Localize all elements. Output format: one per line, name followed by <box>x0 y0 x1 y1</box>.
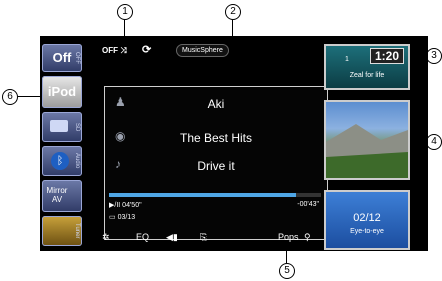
source-side-tuner: Tuner <box>74 223 80 239</box>
repeat-icon[interactable]: ⟳ <box>142 43 151 56</box>
track-count: ▭ 03/13 <box>109 213 135 221</box>
eq-button[interactable]: EQ <box>136 232 149 242</box>
progress-bar[interactable] <box>109 193 321 197</box>
source-bluetooth-button[interactable]: ᛒ Audio <box>42 146 82 176</box>
source-tuner-button[interactable]: Tuner <box>42 216 82 246</box>
callout-4: 4 <box>426 134 442 150</box>
sd-icon <box>50 120 68 132</box>
callout-3: 3 <box>426 48 442 64</box>
repeat-status[interactable]: OFF ⤨ <box>102 46 127 56</box>
clock-small-digit: 1 <box>345 56 349 63</box>
source-side-sd: SD <box>74 122 80 132</box>
source-side-audio: Audio <box>74 153 80 169</box>
artwork-column: 1:20 1 Zeal for life 02/12 Eye-to-eye <box>320 44 416 251</box>
album-name: The Best Hits <box>179 131 253 145</box>
repeat-label: OFF <box>102 46 118 55</box>
remaining-time: -00'43" <box>297 201 319 208</box>
artwork-thumb-bottom[interactable]: 02/12 Eye-to-eye <box>324 190 410 250</box>
bluetooth-icon: ᛒ <box>51 152 69 170</box>
musicsphere-logo[interactable]: MusicSphere <box>176 44 229 57</box>
landscape-image <box>326 124 408 178</box>
bottom-toolbar: ✲ EQ ◀▮ ⎘ Pops ⚲ <box>96 226 326 251</box>
artwork-top-caption: Zeal for life <box>349 72 385 79</box>
source-mirror-button[interactable]: Mirror AV <box>42 180 82 212</box>
source-side-off: OFF <box>74 52 80 64</box>
track-info-panel: ♟ Aki ◉ The Best Hits ♪ Drive it ▶/II 04… <box>104 86 328 240</box>
artwork-index: 02/12 <box>353 212 381 224</box>
head-unit-screen: Off OFF iPod SD ᛒ Audio Mirror AV Tuner … <box>40 36 428 251</box>
source-bar: Off OFF iPod SD ᛒ Audio Mirror AV Tuner <box>40 36 96 251</box>
source-off-button[interactable]: Off OFF <box>42 44 82 72</box>
search-icon[interactable]: ⚲ <box>304 232 311 243</box>
callout-5: 5 <box>279 263 295 279</box>
source-sd-button[interactable]: SD <box>42 112 82 142</box>
track-count-icon: ▭ <box>109 214 116 221</box>
playlist-icon[interactable]: ⎘ <box>200 232 207 243</box>
source-ipod-label: iPod <box>47 84 77 99</box>
artwork-bottom-caption: Eye-to-eye <box>350 228 384 235</box>
shuffle-icon: ⤨ <box>120 46 127 55</box>
source-ipod-button[interactable]: iPod <box>42 76 82 108</box>
callout-line-6 <box>18 96 42 97</box>
progress-fill <box>109 193 296 197</box>
artist-name: Aki <box>207 97 225 111</box>
artwork-current[interactable] <box>324 100 410 180</box>
artwork-thumb-top[interactable]: 1:20 1 Zeal for life <box>324 44 410 90</box>
callout-6: 6 <box>2 89 18 105</box>
genre-label[interactable]: Pops <box>278 232 299 242</box>
track-title: Drive it <box>197 159 235 173</box>
settings-icon[interactable]: ✲ <box>102 232 110 243</box>
play-icon: ▶/II <box>109 202 121 209</box>
callout-1: 1 <box>117 4 133 20</box>
track-count-value: 03/13 <box>117 214 136 221</box>
source-mirror-label: Mirror AV <box>46 186 68 204</box>
callout-2: 2 <box>225 4 241 20</box>
elapsed-time: 04'50" <box>122 202 142 209</box>
back-icon[interactable]: ◀▮ <box>166 232 178 243</box>
play-status: ▶/II 04'50" <box>109 201 142 209</box>
